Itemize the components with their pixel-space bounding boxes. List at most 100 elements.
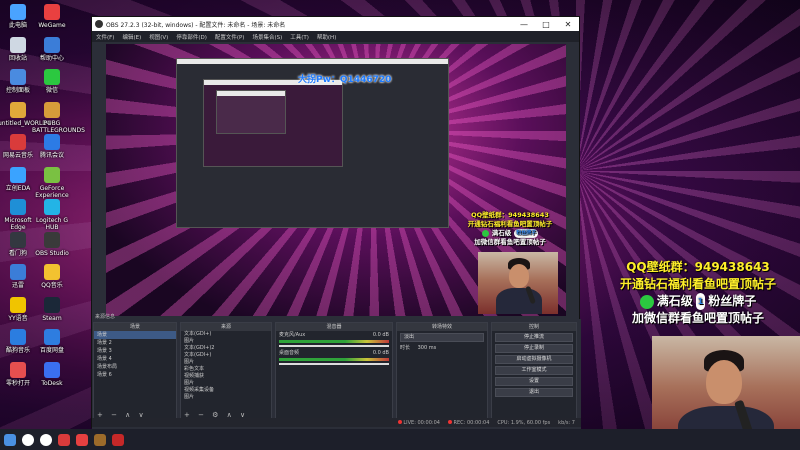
desktop-icon[interactable]: 帮助中心 [32,36,72,62]
controls-header: 控制 [492,323,576,331]
desktop-icon[interactable]: WeGame [32,4,72,29]
bitrate: kb/s: 7 [558,419,575,426]
desktop-icon-label: 百度网盘 [39,347,64,354]
desktop-icon[interactable]: 微信 [32,69,72,94]
preview-fan-badge: 满石级 粉丝牌子 [454,229,566,238]
app-icon [10,329,26,345]
desktop-icon-label: Logitech G HUB [35,217,69,231]
app-icon [10,4,26,20]
control-button[interactable]: 停止录制 [495,344,573,353]
desktop-icon[interactable]: 腾讯会议 [32,134,72,159]
desktop-icon[interactable]: OBS Studio [32,231,72,257]
taskbar-start-icon[interactable] [4,433,16,446]
volume-slider[interactable] [279,363,389,365]
app-icon [10,231,26,248]
controls-dock: 控制 停止推流停止录制启动虚拟摄像机 工作室模式设置退出 [491,322,577,422]
preview-webcam [478,252,558,314]
maximize-button[interactable]: □ [535,20,557,29]
desktop-icon[interactable]: PUBG BATTLEGROUNDS [32,101,85,134]
menu-item[interactable]: 停靠部件(D) [176,33,207,41]
menu-item[interactable]: 场景集合(S) [252,33,282,41]
taskbar-wegame-icon[interactable] [76,433,88,446]
scene-item[interactable]: 场景 2 [94,339,176,347]
fan-badge-chip: 粉丝牌子 [708,294,757,308]
control-button[interactable]: 工作室模式 [495,366,573,375]
menu-item[interactable]: 配置文件(P) [215,33,245,41]
source-item[interactable]: 图片 [181,394,271,401]
source-item[interactable]: 文本(GDI+)2 [181,345,271,352]
obs-preview[interactable]: 大拐Pw：Q1446720 QQ壁纸群：949438643 开通钻石福利看鱼吧置… [106,44,566,316]
source-item[interactable]: 文本(GDI+) [181,331,271,338]
source-item[interactable]: 图片 [181,359,271,366]
scene-item[interactable]: 场景 [94,331,176,339]
desktop-icon[interactable]: Logitech G HUB [32,199,72,231]
taskbar-ghub-icon[interactable] [94,433,106,446]
scene-item[interactable]: 场景 6 [94,371,176,379]
mixer-header: 混音器 [276,323,392,331]
scene-item[interactable]: 场景布局 [94,363,176,371]
app-icon [44,166,60,183]
app-icon [44,101,60,118]
desktop-icon[interactable]: ToDesk [32,361,72,387]
obs-window[interactable]: OBS 27.2.3 (32-bit, windows) - 配置文件: 未命名… [91,16,581,429]
app-icon [10,264,26,280]
close-button[interactable]: ✕ [557,20,579,29]
wechat-icon [639,294,654,309]
app-icon [44,361,60,378]
desktop-icon-label: PUBG BATTLEGROUNDS [32,119,85,134]
duration-value: 300 ms [417,345,437,351]
control-button[interactable]: 启动虚拟摄像机 [495,355,573,364]
scene-item[interactable]: 场景 4 [94,355,176,363]
menu-item[interactable]: 工具(T) [290,33,309,41]
source-item[interactable]: 文本(GDI+) [181,352,271,359]
taskbar-netease-icon[interactable] [58,433,70,446]
app-icon [44,36,60,53]
app-icon [44,264,60,280]
desktop-icon[interactable]: QQ音乐 [32,264,72,289]
menu-item[interactable]: 编辑(E) [122,33,141,41]
minimize-button[interactable]: — [513,20,535,29]
app-icon [44,329,60,345]
obs-titlebar[interactable]: OBS 27.2.3 (32-bit, windows) - 配置文件: 未命名… [92,17,579,31]
transition-duration[interactable]: 时长 300 ms [397,344,487,352]
diamond-text: 开通钻石福利看鱼吧置顶帖子 [619,277,776,291]
duration-label: 时长 [400,345,411,351]
preview-wechat-line: 加微信群看鱼吧置顶帖子 [474,238,546,246]
desktop-icon[interactable]: GeForce Experience [32,166,72,199]
preview-promo: QQ壁纸群：949438643 开通钻石福利看鱼吧置顶帖子 满石级 粉丝牌子 加… [454,211,566,247]
cpu-usage: CPU: 1.9%, 60.00 fps [497,419,551,426]
source-item[interactable]: 视频采集设备 [181,387,271,394]
wechat-group-text: 加微信群看鱼吧置顶帖子 [631,311,764,325]
app-icon [10,166,26,183]
scenes-dock: 场景 场景 场景 2 场景 3 场景 4 场景布局 场景 6 + − ∧ ∨ [93,322,177,422]
nested-obs-window-2 [203,79,343,167]
desktop-icon[interactable]: Steam [32,296,72,322]
taskbar-browser-icon[interactable] [40,433,52,446]
nested-titlebar [217,91,285,96]
menu-item[interactable]: 视图(V) [149,33,168,41]
scene-item[interactable]: 场景 3 [94,347,176,355]
control-button[interactable]: 退出 [495,388,573,397]
taskbar-search-icon[interactable] [22,433,34,446]
mixer-channel-name: 麦克风/Aux [279,332,306,338]
source-item[interactable]: 视频捕获 [181,373,271,380]
volume-meter [279,340,389,343]
menu-item[interactable]: 帮助(H) [317,33,336,41]
desktop-icon-label: 腾讯会议 [39,152,64,159]
control-button[interactable]: 设置 [495,377,573,386]
app-icon [44,4,60,20]
control-button[interactable]: 停止推流 [495,333,573,342]
menu-item[interactable]: 文件(F) [96,33,114,41]
rec-dot-icon [447,419,452,424]
desktop-icon-label: QQ音乐 [41,282,63,289]
source-item[interactable]: 图片 [181,338,271,345]
fan-badge-level: 1 [695,293,706,310]
source-item[interactable]: 图片 [181,380,271,387]
sources-dock: 来源 文本(GDI+) 图片 文本(GDI+)2 文本(GDI+) 图片 彩色文本 视频捕获… [180,322,272,422]
transition-select[interactable]: 淡出 [400,333,484,342]
transitions-dock: 转场特效 淡出 时长 300 ms [396,322,488,422]
volume-slider[interactable] [279,345,389,347]
taskbar-obs-icon[interactable] [112,433,124,446]
desktop-icon[interactable]: 百度网盘 [32,329,72,354]
source-item[interactable]: 彩色文本 [181,366,271,373]
